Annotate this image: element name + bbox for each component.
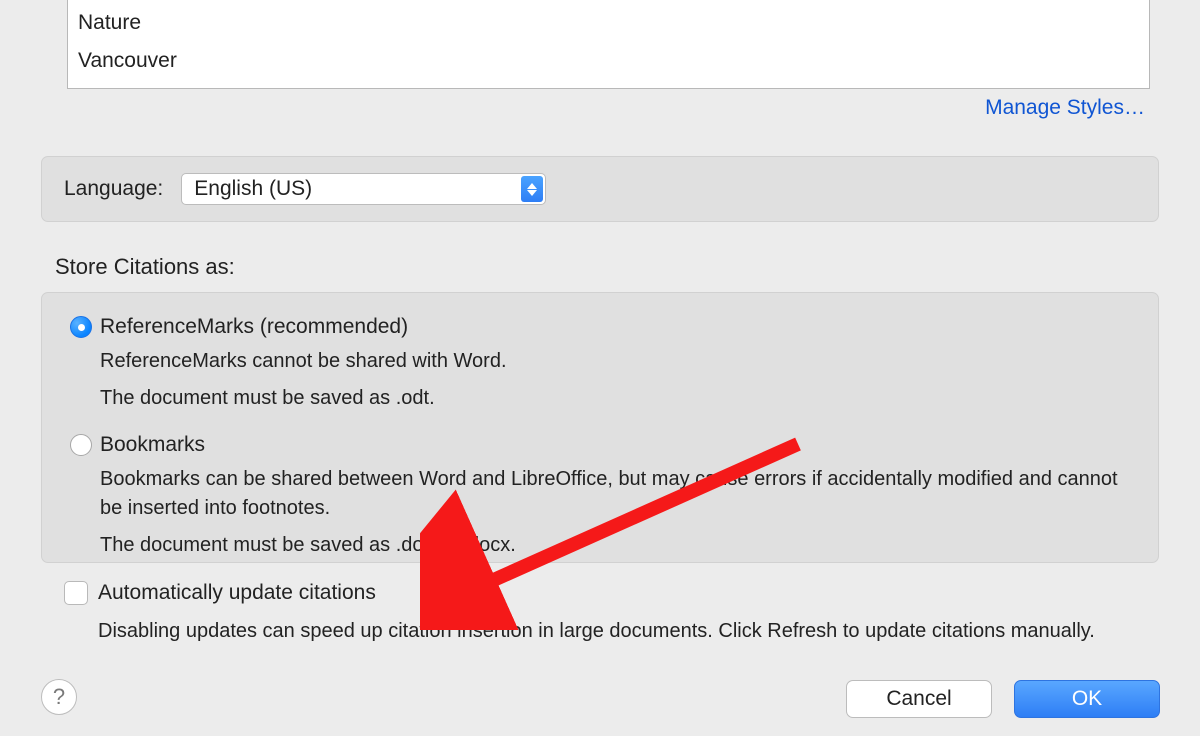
- language-select[interactable]: English (US): [181, 173, 546, 205]
- radio-referencemarks[interactable]: [70, 316, 92, 338]
- auto-update-desc: Disabling updates can speed up citation …: [98, 620, 1095, 643]
- store-citations-panel: ReferenceMarks (recommended) ReferenceMa…: [41, 292, 1159, 563]
- manage-styles-link[interactable]: Manage Styles…: [985, 96, 1145, 119]
- auto-update-label: Automatically update citations: [98, 581, 376, 605]
- style-item-nature[interactable]: Nature: [76, 4, 1141, 42]
- language-value: English (US): [194, 177, 312, 201]
- bookmarks-desc1: Bookmarks can be shared between Word and…: [100, 465, 1130, 523]
- radio-referencemarks-label: ReferenceMarks (recommended): [100, 315, 408, 339]
- referencemarks-desc2: The document must be saved as .odt.: [100, 384, 1130, 413]
- cancel-button[interactable]: Cancel: [846, 680, 992, 718]
- style-item-vancouver[interactable]: Vancouver: [76, 42, 1141, 80]
- auto-update-checkbox[interactable]: [64, 581, 88, 605]
- language-label: Language:: [64, 177, 163, 201]
- chevron-updown-icon: [521, 176, 543, 202]
- language-panel: Language: English (US): [41, 156, 1159, 222]
- radio-bookmarks[interactable]: [70, 434, 92, 456]
- help-icon[interactable]: ?: [41, 679, 77, 715]
- citation-style-list[interactable]: Nature Vancouver: [67, 0, 1150, 89]
- bookmarks-desc2: The document must be saved as .doc or .d…: [100, 531, 1130, 560]
- ok-button[interactable]: OK: [1014, 680, 1160, 718]
- radio-bookmarks-label: Bookmarks: [100, 433, 205, 457]
- section-title: Store Citations as:: [55, 254, 235, 280]
- referencemarks-desc1: ReferenceMarks cannot be shared with Wor…: [100, 347, 1130, 376]
